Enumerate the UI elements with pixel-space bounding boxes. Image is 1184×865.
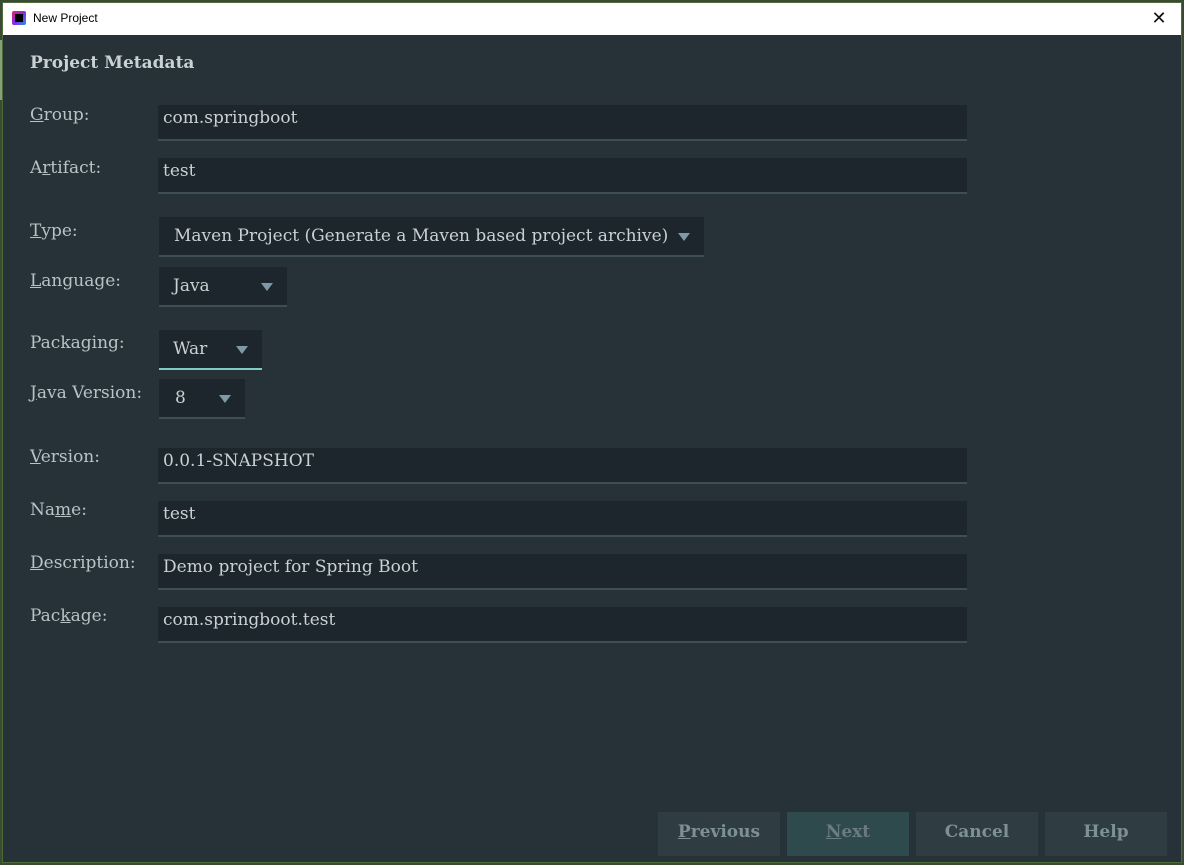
artifact-field[interactable]: test [158, 158, 967, 194]
previous-button[interactable]: Previous [658, 812, 780, 856]
group-field[interactable]: com.springboot [158, 105, 967, 141]
java-version-dropdown[interactable]: 8 [159, 379, 245, 419]
type-mnemonic: T [30, 221, 42, 241]
package-label: Package: [30, 606, 108, 626]
artifact-label: Artifact: [30, 158, 102, 178]
description-field[interactable]: Demo project for Spring Boot [158, 554, 967, 590]
type-dropdown[interactable]: Maven Project (Generate a Maven based pr… [159, 217, 704, 257]
cancel-button[interactable]: Cancel [916, 812, 1038, 856]
type-label: Type: [30, 221, 78, 241]
packaging-dropdown[interactable]: War [159, 330, 262, 370]
chevron-down-icon [236, 346, 248, 354]
dialog-content: Project Metadata Group: com.springboot A… [3, 35, 1181, 862]
name-field[interactable]: test [158, 501, 967, 537]
intellij-idea-icon [12, 11, 26, 25]
package-mnemonic: k [60, 606, 71, 626]
group-mnemonic: G [30, 105, 44, 125]
group-label: Group: [30, 105, 90, 125]
java-version-mnemonic: J [30, 383, 37, 403]
package-field[interactable]: com.springboot.test [158, 607, 967, 643]
title-bar: New Project ✕ [3, 3, 1181, 35]
description-label: Description: [30, 553, 136, 573]
language-label: Language: [30, 271, 122, 291]
language-dropdown[interactable]: Java [159, 267, 287, 307]
close-icon[interactable]: ✕ [1147, 7, 1171, 31]
section-title: Project Metadata [30, 53, 195, 73]
description-mnemonic: D [30, 553, 44, 573]
packaging-label: Packaging: [30, 333, 125, 353]
help-button[interactable]: Help [1045, 812, 1167, 856]
new-project-dialog: New Project ✕ Project Metadata Group: co… [2, 2, 1182, 863]
chevron-down-icon [219, 395, 231, 403]
java-version-label: Java Version: [30, 383, 143, 403]
chevron-down-icon [261, 283, 273, 291]
chevron-down-icon [678, 233, 690, 241]
version-mnemonic: V [30, 447, 41, 467]
version-field[interactable]: 0.0.1-SNAPSHOT [158, 448, 967, 484]
name-label: Name: [30, 500, 87, 520]
language-mnemonic: L [30, 271, 42, 291]
window-title: New Project [33, 11, 98, 25]
version-label: Version: [30, 447, 100, 467]
next-button[interactable]: Next [787, 812, 909, 856]
name-mnemonic: m [55, 500, 72, 520]
